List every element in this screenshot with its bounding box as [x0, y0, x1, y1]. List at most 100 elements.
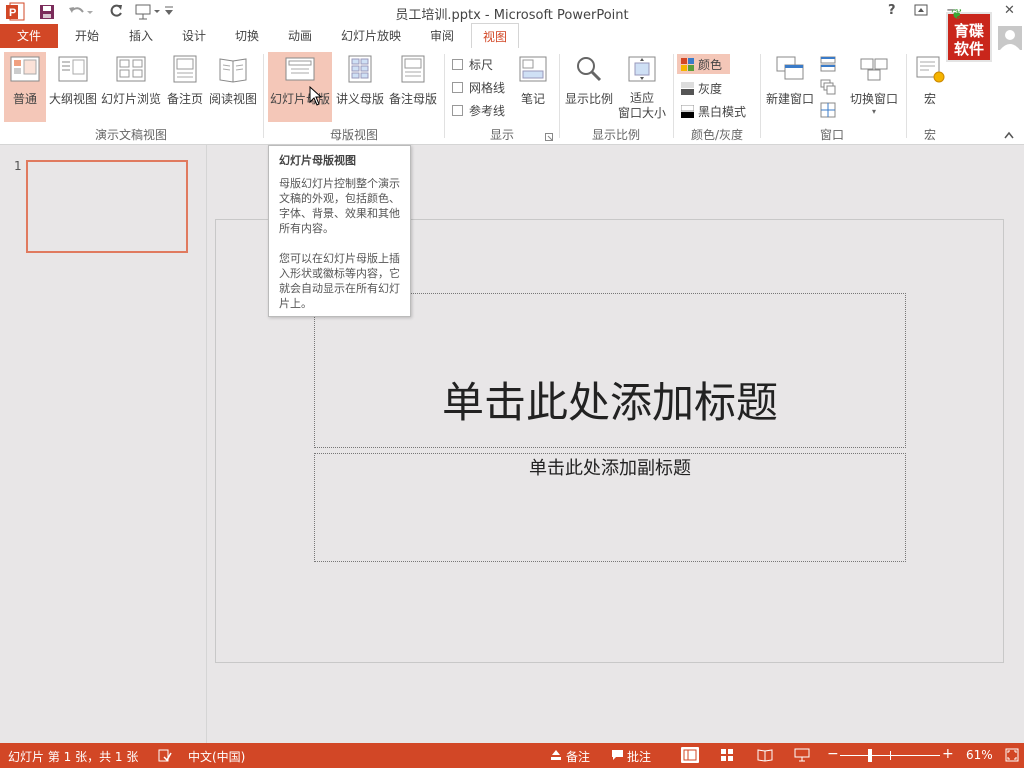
normal-view-status-button[interactable]	[681, 747, 699, 763]
tab-file[interactable]: 文件	[0, 24, 58, 48]
normal-view-label: 普通	[12, 92, 37, 106]
new-window-button[interactable]: 新建窗口	[764, 55, 816, 107]
color-mode-label: 颜色	[698, 58, 723, 72]
normal-view-button[interactable]: 普通	[4, 52, 46, 122]
grayscale-mode-button[interactable]: 灰度	[681, 80, 722, 97]
new-window-icon	[764, 55, 816, 86]
tab-design[interactable]: 设计	[182, 27, 206, 44]
fit-slide-icon[interactable]	[1005, 748, 1019, 765]
zoom-button[interactable]: 显示比例	[562, 55, 616, 107]
spell-check-icon[interactable]	[158, 749, 172, 765]
zoom-label: 显示比例	[564, 92, 613, 106]
mouse-cursor-icon	[309, 85, 323, 109]
zoom-slider[interactable]	[840, 749, 940, 762]
slide-sorter-status-icon[interactable]	[720, 748, 734, 765]
tab-insert[interactable]: 插入	[129, 27, 153, 44]
tab-transitions[interactable]: 切换	[235, 27, 259, 44]
outline-view-button[interactable]: 大纲视图	[47, 55, 99, 107]
language-indicator[interactable]: 中文(中国)	[188, 748, 245, 765]
slide-master-icon	[268, 55, 332, 86]
cascade-icon[interactable]	[820, 79, 836, 98]
reading-view-button[interactable]: 阅读视图	[207, 55, 259, 107]
tab-home[interactable]: 开始	[75, 27, 99, 44]
zoom-level[interactable]: 61%	[966, 748, 993, 762]
tab-view[interactable]: 视图	[471, 23, 519, 48]
zoom-in-button[interactable]: +	[942, 746, 954, 762]
black-white-mode-label: 黑白模式	[698, 105, 747, 119]
notes-page-button[interactable]: 备注页	[164, 55, 206, 107]
magnifier-icon	[562, 55, 616, 86]
notes-button[interactable]: 笔记	[513, 55, 553, 107]
group-separator	[760, 54, 761, 138]
group-separator	[673, 54, 674, 138]
group-label-presentation-views: 演示文稿视图	[94, 128, 167, 142]
watermark-line-1: 育碟	[953, 22, 984, 40]
tooltip-title: 幻灯片母版视图	[279, 154, 356, 167]
macros-icon	[910, 55, 950, 86]
notes-page-label: 备注页	[166, 92, 203, 106]
fit-window-label-1: 适应	[629, 91, 654, 105]
macros-button[interactable]: 宏	[910, 55, 950, 107]
collapse-ribbon-icon[interactable]	[1004, 128, 1014, 142]
tab-slideshow[interactable]: 幻灯片放映	[341, 27, 401, 44]
tooltip-description-2: 您可以在幻灯片母版上插入形状或徽标等内容，它就会自动显示在所有幻灯片上。	[279, 252, 400, 310]
group-label-zoom: 显示比例	[591, 128, 640, 142]
slide-thumbnail-number: 1	[14, 159, 22, 173]
reading-view-status-icon[interactable]	[757, 748, 773, 765]
dialog-launcher-icon[interactable]	[545, 130, 553, 144]
tab-review[interactable]: 审阅	[430, 27, 454, 44]
grayscale-swatch-icon	[681, 82, 694, 95]
arrange-all-icon[interactable]	[820, 56, 836, 75]
black-white-swatch-icon	[680, 104, 695, 118]
group-label-window: 窗口	[819, 128, 844, 142]
fit-to-window-button[interactable]: 适应 窗口大小	[616, 55, 668, 121]
notes-master-button[interactable]: 备注母版	[387, 55, 439, 107]
ribbon-view: 普通 大纲视图 幻灯片浏览 备注页 阅读视图 演示文稿视图 幻灯片母版 讲义母版…	[0, 48, 1024, 145]
slide-thumbnail[interactable]	[26, 160, 188, 253]
slideshow-status-icon[interactable]	[794, 748, 810, 765]
subtitle-placeholder[interactable]: 单击此处添加副标题	[314, 453, 906, 562]
comments-label[interactable]: 批注	[627, 748, 651, 765]
group-label-color: 颜色/灰度	[690, 128, 744, 142]
slide-master-tooltip: 幻灯片母版视图 母版幻灯片控制整个演示文稿的外观，包括颜色、字体、背景、效果和其…	[268, 145, 411, 317]
guides-checkbox[interactable]: 参考线	[452, 102, 505, 119]
ruler-checkbox-box[interactable]	[452, 59, 463, 70]
help-button[interactable]: ?	[888, 3, 896, 18]
ribbon-display-options-icon[interactable]	[914, 4, 928, 20]
gridlines-label: 网格线	[469, 81, 506, 95]
title-placeholder-text: 单击此处添加标题	[441, 378, 778, 427]
title-bar: P 员工培训.pptx - Microsoft PowerPoint ? − ✕	[0, 0, 1024, 24]
color-mode-button[interactable]: 颜色	[677, 54, 730, 74]
gridlines-checkbox[interactable]: 网格线	[452, 79, 505, 96]
notes-toggle-label[interactable]: 备注	[566, 748, 590, 765]
watermark-leaf-icon: ❦	[951, 7, 963, 23]
group-separator	[444, 54, 445, 138]
macros-label: 宏	[923, 92, 936, 106]
switch-window-button[interactable]: 切换窗口 ▾	[846, 55, 902, 116]
zoom-slider-center-tick	[890, 751, 891, 760]
notes-toggle-icon[interactable]	[550, 749, 562, 764]
tab-animations[interactable]: 动画	[288, 27, 312, 44]
notes-icon	[513, 55, 553, 86]
guides-label: 参考线	[469, 104, 506, 118]
slide-sorter-icon	[100, 55, 162, 86]
fit-window-label-2: 窗口大小	[617, 106, 666, 120]
comments-icon[interactable]	[611, 749, 624, 764]
move-split-icon[interactable]	[820, 102, 836, 121]
zoom-out-button[interactable]: −	[827, 746, 839, 762]
account-avatar-icon[interactable]	[998, 26, 1022, 53]
zoom-slider-thumb[interactable]	[868, 749, 872, 762]
ribbon-tabs: 文件 开始 插入 设计 切换 动画 幻灯片放映 审阅 视图	[0, 23, 1024, 48]
ruler-checkbox[interactable]: 标尺	[452, 56, 493, 73]
switch-window-dropdown-icon[interactable]: ▾	[846, 107, 902, 116]
handout-master-button[interactable]: 讲义母版	[334, 55, 386, 107]
reading-view-label: 阅读视图	[208, 92, 257, 106]
close-button[interactable]: ✕	[1004, 3, 1015, 18]
slide-sorter-button[interactable]: 幻灯片浏览	[100, 55, 162, 107]
gridlines-checkbox-box[interactable]	[452, 82, 463, 93]
normal-view-icon	[4, 55, 46, 86]
guides-checkbox-box[interactable]	[452, 105, 463, 116]
slide-sorter-label: 幻灯片浏览	[100, 92, 161, 106]
notes-label: 笔记	[520, 92, 545, 106]
black-white-mode-button[interactable]: 黑白模式	[680, 103, 747, 120]
